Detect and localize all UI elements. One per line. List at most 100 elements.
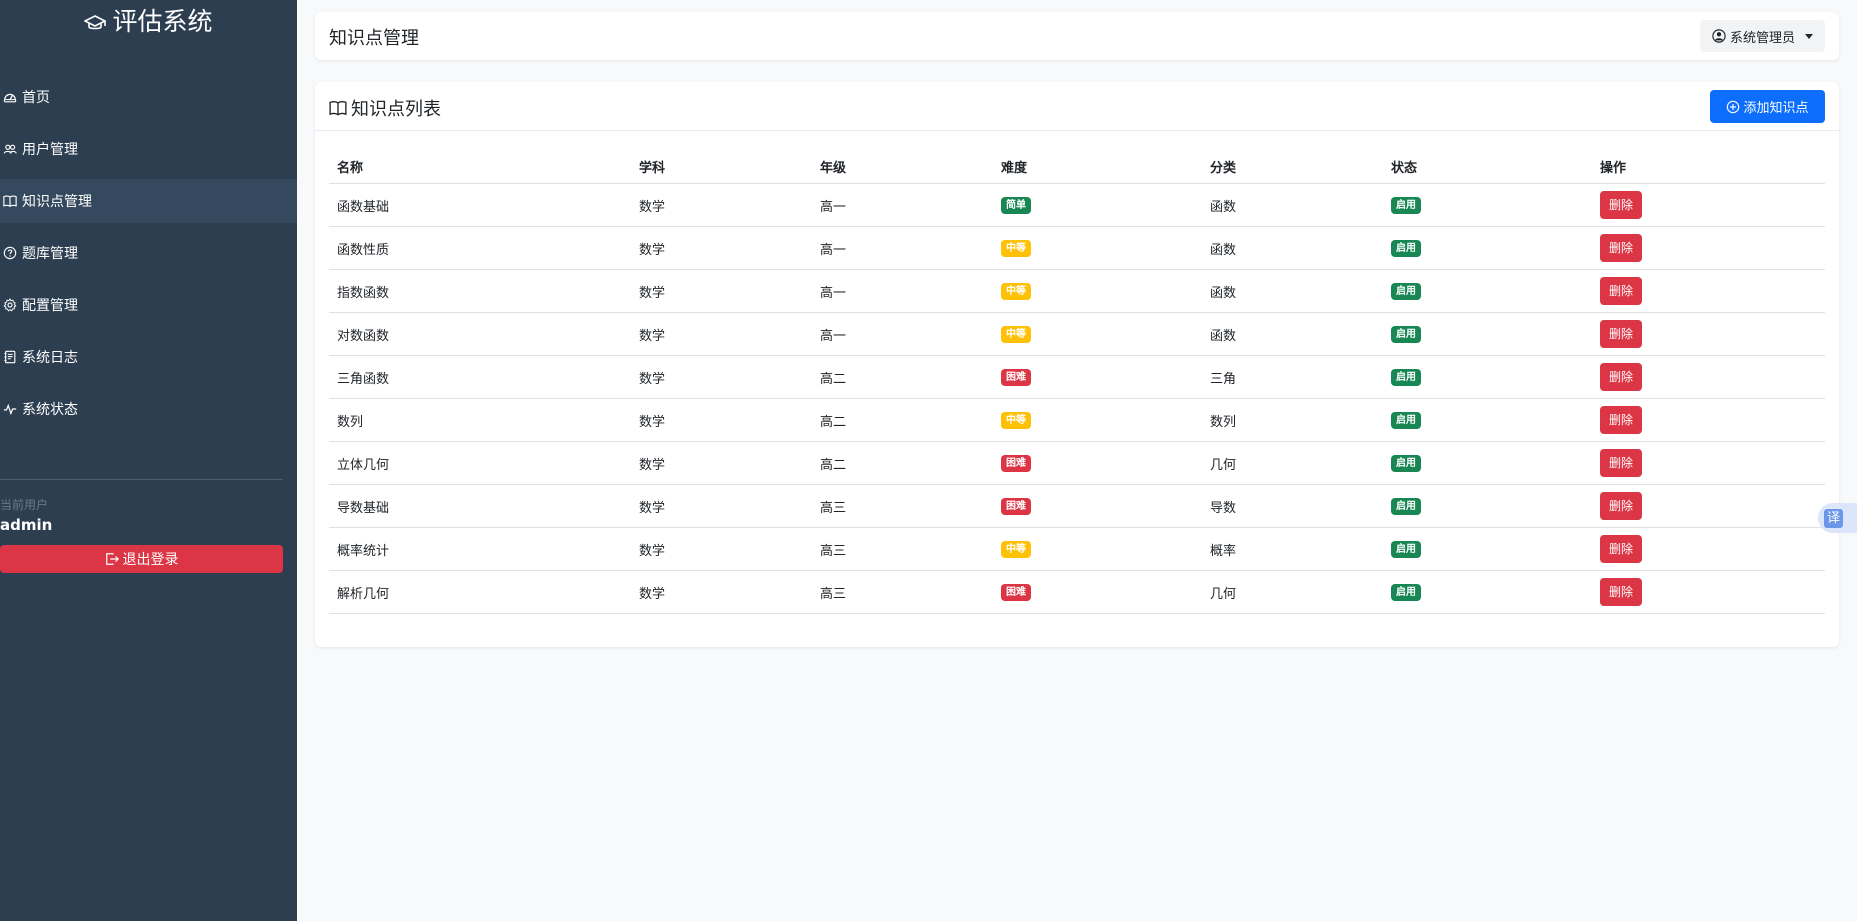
logout-button[interactable]: 退出登录 <box>0 545 283 573</box>
subject-cell: 数学 <box>631 183 812 227</box>
difficulty-cell: 困难 <box>993 441 1202 485</box>
table-row: 数列 数学 高二 中等 数列 启用 删除 <box>329 398 1825 442</box>
name-cell: 函数基础 <box>329 183 631 227</box>
status-badge: 启用 <box>1391 454 1421 472</box>
status-badge: 启用 <box>1391 411 1421 429</box>
subject-cell: 数学 <box>631 570 812 614</box>
name-cell: 函数性质 <box>329 226 631 270</box>
sidebar-item-label: 系统日志 <box>22 350 78 366</box>
category-cell: 三角 <box>1202 355 1383 399</box>
status-badge: 启用 <box>1391 196 1421 214</box>
status-badge: 启用 <box>1391 497 1421 515</box>
sidebar-item-questions[interactable]: 题库管理 <box>0 231 297 275</box>
sidebar-item-knowledge[interactable]: 知识点管理 <box>0 179 297 223</box>
category-cell: 几何 <box>1202 570 1383 614</box>
difficulty-badge: 困难 <box>1001 454 1031 472</box>
status-badge: 启用 <box>1391 368 1421 386</box>
action-cell: 删除 <box>1592 226 1825 270</box>
sidebar: 评估系统 首页 用户管理 知识点管理 题库管理 配置管理 系统日志 系统状态 当… <box>0 0 297 921</box>
delete-button[interactable]: 删除 <box>1600 277 1642 305</box>
difficulty-badge: 中等 <box>1001 282 1031 300</box>
category-cell: 导数 <box>1202 484 1383 528</box>
grade-cell: 高二 <box>812 398 993 442</box>
status-cell: 启用 <box>1383 183 1592 227</box>
difficulty-cell: 中等 <box>993 312 1202 356</box>
sidebar-item-label: 题库管理 <box>22 246 78 262</box>
subject-cell: 数学 <box>631 226 812 270</box>
logout-label: 退出登录 <box>122 552 179 568</box>
grade-cell: 高一 <box>812 226 993 270</box>
delete-button[interactable]: 删除 <box>1600 363 1642 391</box>
delete-button[interactable]: 删除 <box>1600 578 1642 606</box>
delete-button[interactable]: 删除 <box>1600 406 1642 434</box>
card-title: 知识点列表 <box>329 95 441 121</box>
grade-cell: 高一 <box>812 312 993 356</box>
status-cell: 启用 <box>1383 269 1592 313</box>
category-cell: 函数 <box>1202 226 1383 270</box>
action-cell: 删除 <box>1592 398 1825 442</box>
table-row: 立体几何 数学 高二 困难 几何 启用 删除 <box>329 441 1825 485</box>
logout-icon <box>105 553 119 565</box>
name-cell: 三角函数 <box>329 355 631 399</box>
difficulty-cell: 中等 <box>993 398 1202 442</box>
delete-button[interactable]: 删除 <box>1600 535 1642 563</box>
table-row: 导数基础 数学 高三 困难 导数 启用 删除 <box>329 484 1825 528</box>
column-header-status: 状态 <box>1383 150 1592 184</box>
delete-button[interactable]: 删除 <box>1600 320 1642 348</box>
category-cell: 函数 <box>1202 269 1383 313</box>
category-cell: 函数 <box>1202 183 1383 227</box>
action-cell: 删除 <box>1592 484 1825 528</box>
delete-button[interactable]: 删除 <box>1600 191 1642 219</box>
sidebar-item-logs[interactable]: 系统日志 <box>0 335 297 379</box>
status-cell: 启用 <box>1383 570 1592 614</box>
caret-down-icon <box>1805 33 1813 39</box>
action-cell: 删除 <box>1592 183 1825 227</box>
difficulty-cell: 中等 <box>993 226 1202 270</box>
table-row: 函数性质 数学 高一 中等 函数 启用 删除 <box>329 226 1825 270</box>
status-cell: 启用 <box>1383 312 1592 356</box>
column-header-grade: 年级 <box>812 150 993 184</box>
difficulty-badge: 困难 <box>1001 497 1031 515</box>
difficulty-cell: 简单 <box>993 183 1202 227</box>
status-badge: 启用 <box>1391 239 1421 257</box>
action-cell: 删除 <box>1592 269 1825 313</box>
top-header: 知识点管理 系统管理员 <box>315 12 1839 60</box>
name-cell: 解析几何 <box>329 570 631 614</box>
name-cell: 指数函数 <box>329 269 631 313</box>
delete-button[interactable]: 删除 <box>1600 234 1642 262</box>
user-menu-dropdown[interactable]: 系统管理员 <box>1699 20 1825 52</box>
sidebar-item-config[interactable]: 配置管理 <box>0 283 297 327</box>
sidebar-item-home[interactable]: 首页 <box>0 75 297 119</box>
brand: 评估系统 <box>0 4 297 42</box>
activity-icon <box>3 403 17 416</box>
graduation-cap-icon <box>83 6 108 42</box>
difficulty-badge: 困难 <box>1001 583 1031 601</box>
status-cell: 启用 <box>1383 484 1592 528</box>
sidebar-item-label: 知识点管理 <box>22 194 92 210</box>
add-knowledge-button[interactable]: 添加知识点 <box>1710 90 1825 123</box>
card-title-text: 知识点列表 <box>351 99 441 120</box>
name-cell: 导数基础 <box>329 484 631 528</box>
sidebar-item-status[interactable]: 系统状态 <box>0 387 297 431</box>
difficulty-badge: 困难 <box>1001 368 1031 386</box>
column-header-category: 分类 <box>1202 150 1383 184</box>
delete-button[interactable]: 删除 <box>1600 492 1642 520</box>
difficulty-badge: 中等 <box>1001 325 1031 343</box>
difficulty-badge: 中等 <box>1001 411 1031 429</box>
translate-float-button[interactable]: 译 <box>1818 503 1857 533</box>
delete-button[interactable]: 删除 <box>1600 449 1642 477</box>
users-icon <box>3 144 17 154</box>
subject-cell: 数学 <box>631 398 812 442</box>
subject-cell: 数学 <box>631 527 812 571</box>
difficulty-cell: 中等 <box>993 527 1202 571</box>
action-cell: 删除 <box>1592 441 1825 485</box>
grade-cell: 高二 <box>812 355 993 399</box>
brand-title: 评估系统 <box>112 7 213 36</box>
status-cell: 启用 <box>1383 226 1592 270</box>
book-icon <box>329 100 347 116</box>
grade-cell: 高二 <box>812 441 993 485</box>
table-row: 指数函数 数学 高一 中等 函数 启用 删除 <box>329 269 1825 313</box>
category-cell: 数列 <box>1202 398 1383 442</box>
sidebar-item-users[interactable]: 用户管理 <box>0 127 297 171</box>
book-icon <box>3 195 17 207</box>
